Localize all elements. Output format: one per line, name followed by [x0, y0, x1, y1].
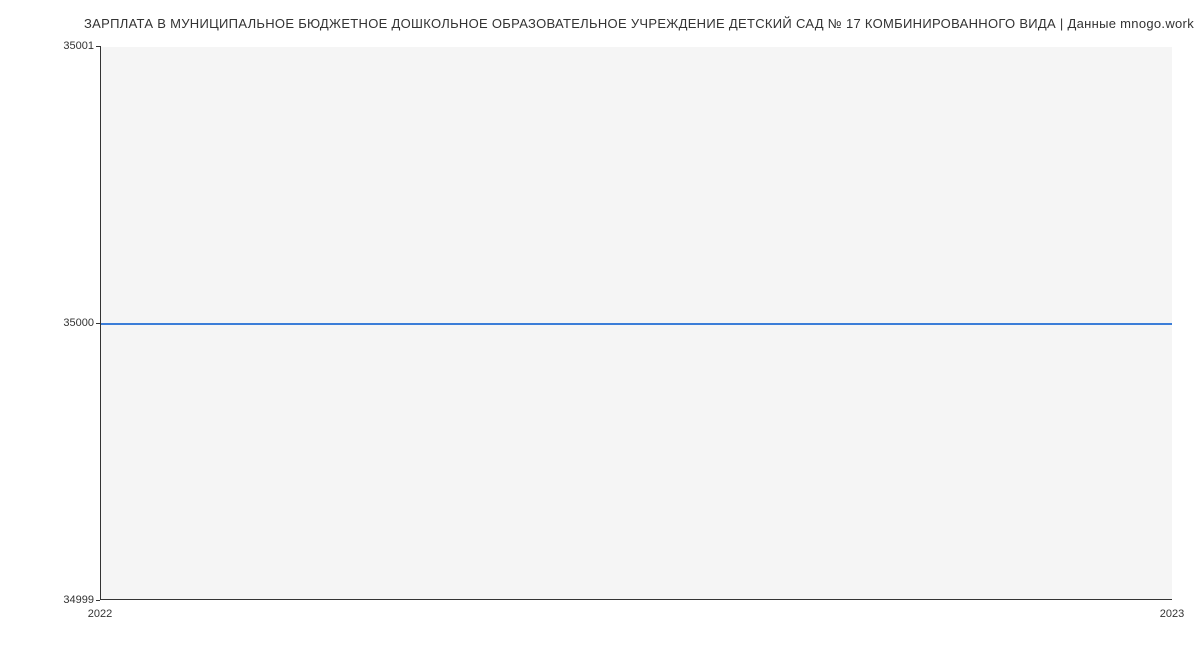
data-line — [101, 323, 1172, 325]
x-tick-label-left: 2022 — [88, 608, 112, 620]
x-tick-label-right: 2023 — [1160, 608, 1184, 620]
chart-container: ЗАРПЛАТА В МУНИЦИПАЛЬНОЕ БЮДЖЕТНОЕ ДОШКО… — [0, 0, 1200, 650]
y-tick-mark — [96, 323, 100, 324]
y-tick-label-top: 35001 — [14, 40, 94, 52]
chart-title: ЗАРПЛАТА В МУНИЦИПАЛЬНОЕ БЮДЖЕТНОЕ ДОШКО… — [0, 16, 1194, 31]
plot-area — [100, 46, 1172, 600]
y-tick-label-mid: 35000 — [14, 317, 94, 329]
y-tick-label-bot: 34999 — [14, 594, 94, 606]
y-tick-mark — [96, 46, 100, 47]
gridline-top — [101, 46, 1172, 47]
y-tick-mark — [96, 600, 100, 601]
